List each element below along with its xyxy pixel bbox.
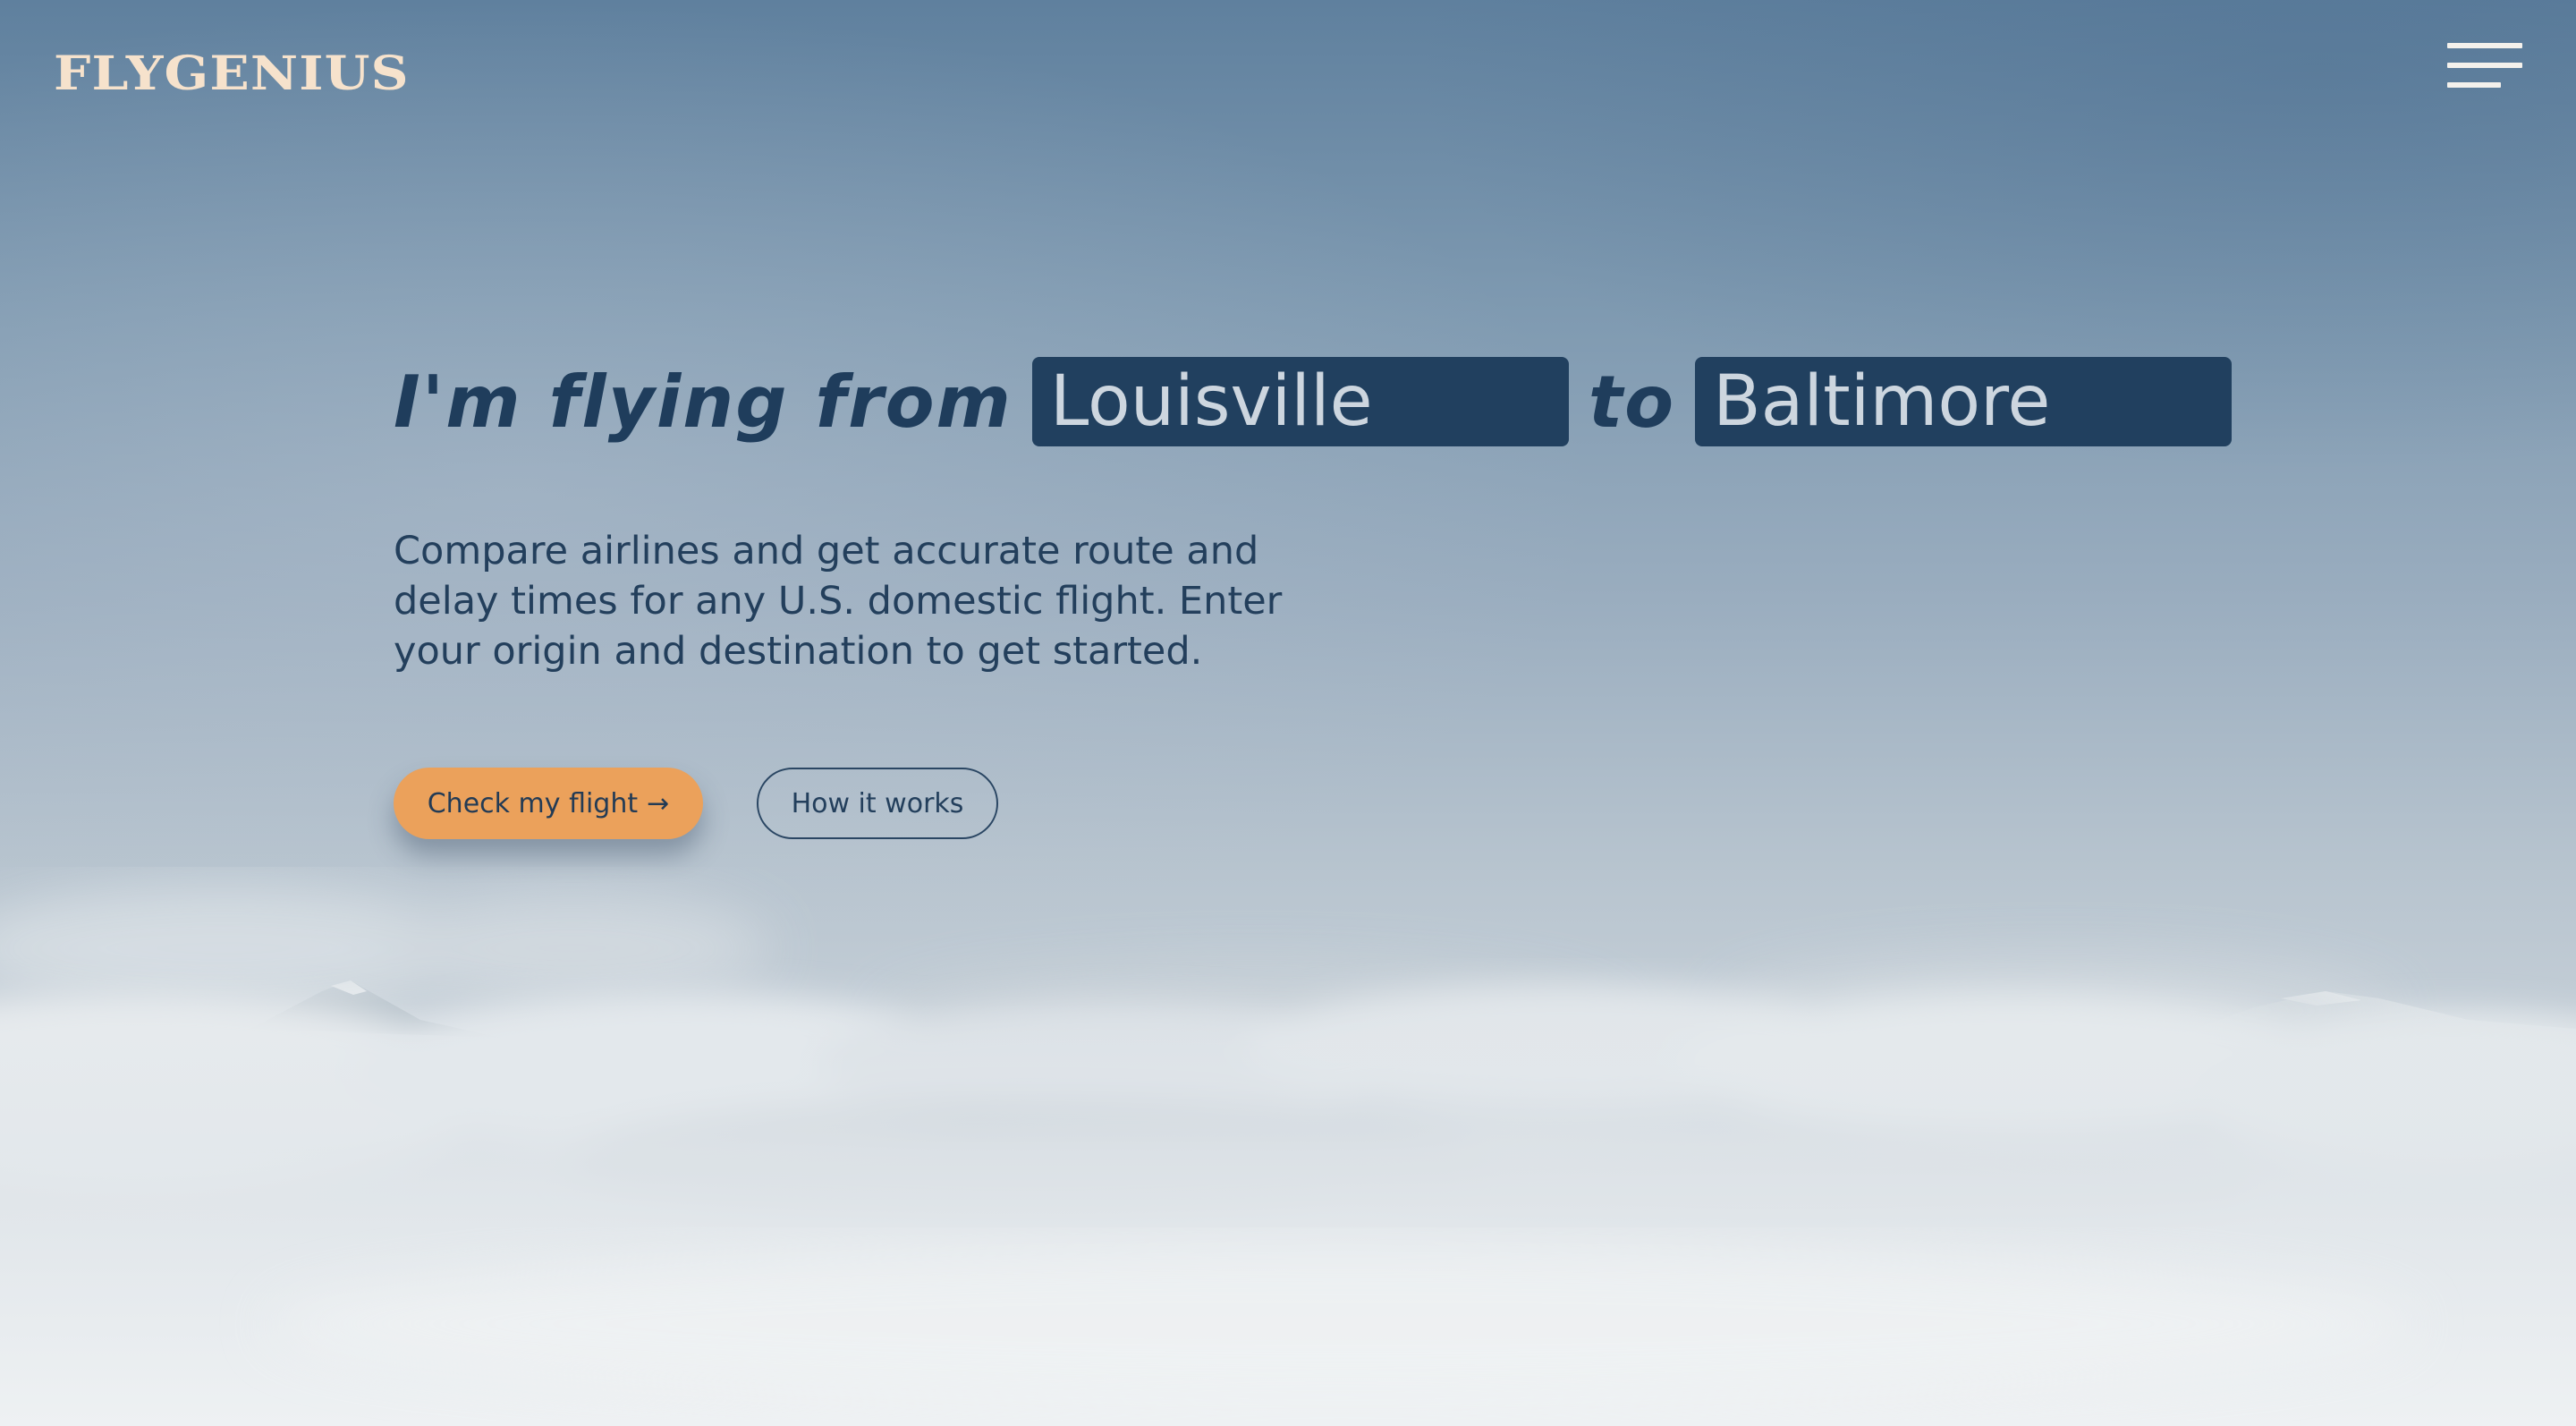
brand-logo[interactable]: FlyGenius bbox=[54, 47, 410, 101]
origin-input[interactable] bbox=[1031, 357, 1569, 446]
hero-connector: to bbox=[1588, 360, 1676, 444]
menu-bar bbox=[2447, 43, 2522, 48]
menu-bar bbox=[2447, 82, 2501, 88]
destination-input[interactable] bbox=[1695, 357, 2233, 446]
hero-prefix: I'm flying from bbox=[394, 360, 1013, 444]
check-my-flight-button[interactable]: Check my flight → bbox=[394, 768, 703, 839]
menu-bar bbox=[2447, 63, 2522, 68]
hamburger-menu-icon[interactable] bbox=[2447, 41, 2522, 91]
how-it-works-button[interactable]: How it works bbox=[757, 768, 998, 839]
arrow-right-icon: → bbox=[647, 787, 670, 819]
hero-description: Compare airlines and get accurate route … bbox=[394, 529, 1283, 674]
cloud-mountain-background bbox=[0, 886, 2576, 1426]
how-it-works-label: How it works bbox=[791, 787, 964, 819]
sky-background bbox=[0, 0, 2576, 1426]
flight-search-sentence: I'm flying from to bbox=[394, 356, 2233, 447]
check-my-flight-label: Check my flight bbox=[427, 787, 639, 819]
